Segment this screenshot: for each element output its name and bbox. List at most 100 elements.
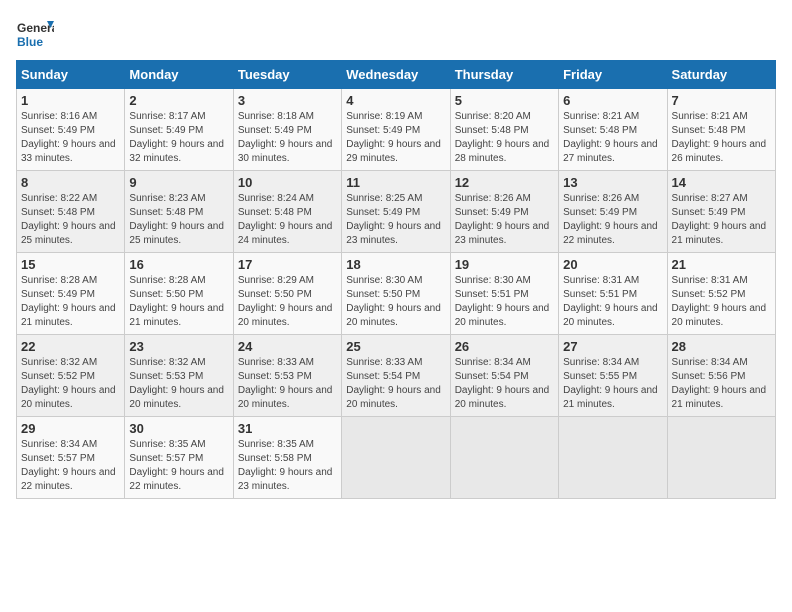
day-info: Sunrise: 8:33 AMSunset: 5:53 PMDaylight:… xyxy=(238,357,333,410)
day-info: Sunrise: 8:32 AMSunset: 5:52 PMDaylight:… xyxy=(21,357,116,410)
calendar-cell: 16 Sunrise: 8:28 AMSunset: 5:50 PMDaylig… xyxy=(125,253,233,335)
day-info: Sunrise: 8:34 AMSunset: 5:54 PMDaylight:… xyxy=(455,357,550,410)
day-number: 16 xyxy=(129,257,228,272)
calendar-cell: 24 Sunrise: 8:33 AMSunset: 5:53 PMDaylig… xyxy=(233,335,341,417)
calendar-cell: 7 Sunrise: 8:21 AMSunset: 5:48 PMDayligh… xyxy=(667,89,775,171)
day-number: 29 xyxy=(21,421,120,436)
day-number: 25 xyxy=(346,339,445,354)
calendar-cell: 2 Sunrise: 8:17 AMSunset: 5:49 PMDayligh… xyxy=(125,89,233,171)
day-number: 7 xyxy=(672,93,771,108)
day-number: 15 xyxy=(21,257,120,272)
calendar-cell: 10 Sunrise: 8:24 AMSunset: 5:48 PMDaylig… xyxy=(233,171,341,253)
calendar-cell: 8 Sunrise: 8:22 AMSunset: 5:48 PMDayligh… xyxy=(17,171,125,253)
day-number: 20 xyxy=(563,257,662,272)
calendar-cell: 27 Sunrise: 8:34 AMSunset: 5:55 PMDaylig… xyxy=(559,335,667,417)
calendar-body: 1 Sunrise: 8:16 AMSunset: 5:49 PMDayligh… xyxy=(17,89,776,499)
calendar-cell: 9 Sunrise: 8:23 AMSunset: 5:48 PMDayligh… xyxy=(125,171,233,253)
header-day-saturday: Saturday xyxy=(667,61,775,89)
day-info: Sunrise: 8:19 AMSunset: 5:49 PMDaylight:… xyxy=(346,111,441,164)
day-number: 22 xyxy=(21,339,120,354)
calendar-cell xyxy=(450,417,558,499)
day-number: 6 xyxy=(563,93,662,108)
day-info: Sunrise: 8:22 AMSunset: 5:48 PMDaylight:… xyxy=(21,193,116,246)
day-info: Sunrise: 8:31 AMSunset: 5:51 PMDaylight:… xyxy=(563,275,658,328)
calendar-cell: 22 Sunrise: 8:32 AMSunset: 5:52 PMDaylig… xyxy=(17,335,125,417)
day-number: 9 xyxy=(129,175,228,190)
calendar-week-2: 8 Sunrise: 8:22 AMSunset: 5:48 PMDayligh… xyxy=(17,171,776,253)
calendar-cell: 23 Sunrise: 8:32 AMSunset: 5:53 PMDaylig… xyxy=(125,335,233,417)
day-number: 2 xyxy=(129,93,228,108)
calendar-cell: 11 Sunrise: 8:25 AMSunset: 5:49 PMDaylig… xyxy=(342,171,450,253)
calendar-cell: 20 Sunrise: 8:31 AMSunset: 5:51 PMDaylig… xyxy=(559,253,667,335)
day-info: Sunrise: 8:35 AMSunset: 5:57 PMDaylight:… xyxy=(129,439,224,492)
day-info: Sunrise: 8:33 AMSunset: 5:54 PMDaylight:… xyxy=(346,357,441,410)
calendar-cell: 21 Sunrise: 8:31 AMSunset: 5:52 PMDaylig… xyxy=(667,253,775,335)
day-number: 1 xyxy=(21,93,120,108)
day-number: 3 xyxy=(238,93,337,108)
logo-icon: General Blue xyxy=(16,16,54,54)
day-info: Sunrise: 8:35 AMSunset: 5:58 PMDaylight:… xyxy=(238,439,333,492)
day-number: 17 xyxy=(238,257,337,272)
calendar-header-row: SundayMondayTuesdayWednesdayThursdayFrid… xyxy=(17,61,776,89)
day-info: Sunrise: 8:34 AMSunset: 5:57 PMDaylight:… xyxy=(21,439,116,492)
day-info: Sunrise: 8:31 AMSunset: 5:52 PMDaylight:… xyxy=(672,275,767,328)
day-info: Sunrise: 8:32 AMSunset: 5:53 PMDaylight:… xyxy=(129,357,224,410)
day-number: 13 xyxy=(563,175,662,190)
calendar-cell: 3 Sunrise: 8:18 AMSunset: 5:49 PMDayligh… xyxy=(233,89,341,171)
day-number: 27 xyxy=(563,339,662,354)
calendar-week-3: 15 Sunrise: 8:28 AMSunset: 5:49 PMDaylig… xyxy=(17,253,776,335)
calendar-cell: 4 Sunrise: 8:19 AMSunset: 5:49 PMDayligh… xyxy=(342,89,450,171)
day-number: 18 xyxy=(346,257,445,272)
calendar-cell: 14 Sunrise: 8:27 AMSunset: 5:49 PMDaylig… xyxy=(667,171,775,253)
calendar-cell: 26 Sunrise: 8:34 AMSunset: 5:54 PMDaylig… xyxy=(450,335,558,417)
day-number: 19 xyxy=(455,257,554,272)
day-number: 24 xyxy=(238,339,337,354)
calendar-cell: 17 Sunrise: 8:29 AMSunset: 5:50 PMDaylig… xyxy=(233,253,341,335)
calendar-table: SundayMondayTuesdayWednesdayThursdayFrid… xyxy=(16,60,776,499)
logo-text: General Blue xyxy=(16,16,54,54)
calendar-cell xyxy=(559,417,667,499)
page-header: General Blue xyxy=(16,16,776,54)
day-info: Sunrise: 8:23 AMSunset: 5:48 PMDaylight:… xyxy=(129,193,224,246)
day-info: Sunrise: 8:27 AMSunset: 5:49 PMDaylight:… xyxy=(672,193,767,246)
calendar-cell xyxy=(667,417,775,499)
calendar-cell xyxy=(342,417,450,499)
day-info: Sunrise: 8:18 AMSunset: 5:49 PMDaylight:… xyxy=(238,111,333,164)
calendar-cell: 6 Sunrise: 8:21 AMSunset: 5:48 PMDayligh… xyxy=(559,89,667,171)
day-info: Sunrise: 8:21 AMSunset: 5:48 PMDaylight:… xyxy=(672,111,767,164)
header-day-monday: Monday xyxy=(125,61,233,89)
calendar-week-1: 1 Sunrise: 8:16 AMSunset: 5:49 PMDayligh… xyxy=(17,89,776,171)
calendar-week-5: 29 Sunrise: 8:34 AMSunset: 5:57 PMDaylig… xyxy=(17,417,776,499)
day-info: Sunrise: 8:29 AMSunset: 5:50 PMDaylight:… xyxy=(238,275,333,328)
day-number: 31 xyxy=(238,421,337,436)
day-info: Sunrise: 8:34 AMSunset: 5:55 PMDaylight:… xyxy=(563,357,658,410)
calendar-cell: 5 Sunrise: 8:20 AMSunset: 5:48 PMDayligh… xyxy=(450,89,558,171)
header-day-tuesday: Tuesday xyxy=(233,61,341,89)
calendar-cell: 13 Sunrise: 8:26 AMSunset: 5:49 PMDaylig… xyxy=(559,171,667,253)
calendar-week-4: 22 Sunrise: 8:32 AMSunset: 5:52 PMDaylig… xyxy=(17,335,776,417)
day-number: 10 xyxy=(238,175,337,190)
header-day-wednesday: Wednesday xyxy=(342,61,450,89)
day-info: Sunrise: 8:21 AMSunset: 5:48 PMDaylight:… xyxy=(563,111,658,164)
header-day-sunday: Sunday xyxy=(17,61,125,89)
day-number: 21 xyxy=(672,257,771,272)
calendar-cell: 25 Sunrise: 8:33 AMSunset: 5:54 PMDaylig… xyxy=(342,335,450,417)
calendar-cell: 29 Sunrise: 8:34 AMSunset: 5:57 PMDaylig… xyxy=(17,417,125,499)
day-info: Sunrise: 8:24 AMSunset: 5:48 PMDaylight:… xyxy=(238,193,333,246)
calendar-cell: 18 Sunrise: 8:30 AMSunset: 5:50 PMDaylig… xyxy=(342,253,450,335)
day-info: Sunrise: 8:28 AMSunset: 5:50 PMDaylight:… xyxy=(129,275,224,328)
calendar-cell: 1 Sunrise: 8:16 AMSunset: 5:49 PMDayligh… xyxy=(17,89,125,171)
calendar-cell: 30 Sunrise: 8:35 AMSunset: 5:57 PMDaylig… xyxy=(125,417,233,499)
day-info: Sunrise: 8:28 AMSunset: 5:49 PMDaylight:… xyxy=(21,275,116,328)
calendar-cell: 15 Sunrise: 8:28 AMSunset: 5:49 PMDaylig… xyxy=(17,253,125,335)
day-number: 30 xyxy=(129,421,228,436)
header-day-thursday: Thursday xyxy=(450,61,558,89)
day-number: 28 xyxy=(672,339,771,354)
svg-text:Blue: Blue xyxy=(17,35,43,49)
day-info: Sunrise: 8:20 AMSunset: 5:48 PMDaylight:… xyxy=(455,111,550,164)
day-number: 8 xyxy=(21,175,120,190)
day-info: Sunrise: 8:26 AMSunset: 5:49 PMDaylight:… xyxy=(455,193,550,246)
day-info: Sunrise: 8:30 AMSunset: 5:50 PMDaylight:… xyxy=(346,275,441,328)
day-info: Sunrise: 8:34 AMSunset: 5:56 PMDaylight:… xyxy=(672,357,767,410)
day-number: 26 xyxy=(455,339,554,354)
